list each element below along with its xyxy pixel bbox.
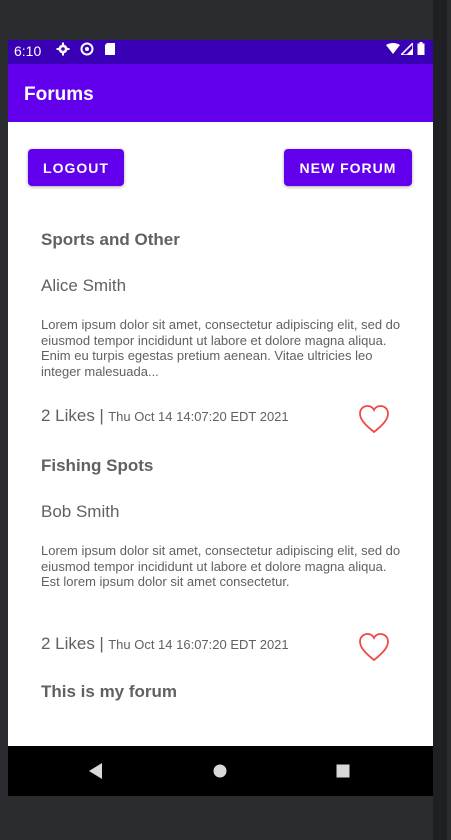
post-meta: 2 Likes | Thu Oct 14 16:07:20 EDT 2021 <box>41 634 289 654</box>
post-meta: 2 Likes | Thu Oct 14 14:07:20 EDT 2021 <box>41 406 289 426</box>
logout-button[interactable]: LOGOUT <box>28 149 124 186</box>
home-button[interactable] <box>190 746 250 796</box>
signal-icon <box>399 41 414 58</box>
status-time: 6:10 <box>14 43 42 59</box>
like-heart-icon[interactable] <box>358 632 390 662</box>
likes-count: 2 Likes <box>41 406 95 425</box>
page-title: Forums <box>24 84 94 105</box>
likes-count: 2 Likes <box>41 634 95 653</box>
app-screen: 6:10 Forums LOGOUT NEW FORUM Sports and … <box>8 40 433 796</box>
sd-card-icon <box>104 42 116 59</box>
home-circle-icon <box>213 764 227 778</box>
post-author: Bob Smith <box>41 502 120 521</box>
meta-separator: | <box>99 406 104 425</box>
post-date: Thu Oct 14 16:07:20 EDT 2021 <box>108 637 289 652</box>
new-forum-button[interactable]: NEW FORUM <box>284 149 412 186</box>
recents-button[interactable] <box>313 746 373 796</box>
post-body: Lorem ipsum dolor sit amet, consectetur … <box>41 543 401 589</box>
post-date: Thu Oct 14 14:07:20 EDT 2021 <box>108 409 289 424</box>
recents-square-icon <box>336 764 350 778</box>
gear-icon <box>56 42 70 59</box>
post-author: Alice Smith <box>41 276 127 295</box>
meta-separator: | <box>99 634 104 653</box>
like-heart-icon[interactable] <box>358 404 390 434</box>
post-body: Lorem ipsum dolor sit amet, consectetur … <box>41 317 401 379</box>
navigation-bar <box>8 746 433 796</box>
back-triangle-icon <box>89 763 102 779</box>
status-bar: 6:10 <box>8 40 433 64</box>
target-icon <box>80 42 94 59</box>
back-button[interactable] <box>66 746 126 796</box>
device-frame-edge <box>433 0 447 840</box>
battery-icon <box>417 42 425 58</box>
wifi-icon <box>386 42 400 58</box>
post-title: Fishing Spots <box>41 456 154 475</box>
post-title: Sports and Other <box>41 230 180 249</box>
post-title: This is my forum <box>41 682 178 701</box>
app-bar: Forums <box>8 64 433 122</box>
